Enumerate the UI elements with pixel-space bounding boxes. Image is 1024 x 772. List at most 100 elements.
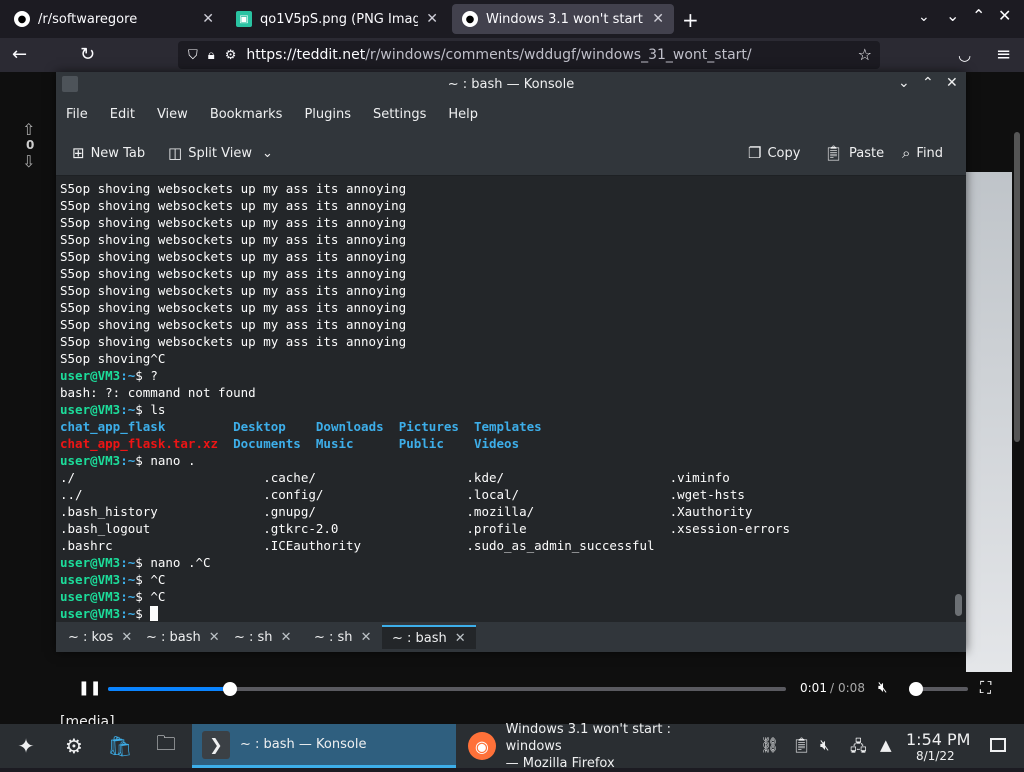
system-settings-icon[interactable]: ⚙ xyxy=(60,732,88,760)
reload-icon[interactable]: ↻ xyxy=(80,44,95,65)
url-text[interactable]: https://teddit.net/r/windows/comments/wd… xyxy=(246,47,751,63)
volume-thumb[interactable] xyxy=(909,682,923,696)
menu-help[interactable]: Help xyxy=(448,107,478,122)
completion-entry: .wget-hsts xyxy=(669,487,873,502)
konsole-tab-5[interactable]: ~ : bash ✕ xyxy=(382,625,476,649)
muted-speaker-icon[interactable]: 🔇︎ xyxy=(820,736,829,754)
task-label-line2: — Mozilla Firefox xyxy=(505,755,615,771)
pocket-icon[interactable]: ◡ xyxy=(958,46,971,64)
menu-settings[interactable]: Settings xyxy=(373,107,426,122)
clock-date[interactable]: 8/1/22 xyxy=(916,749,955,763)
close-icon[interactable]: ✕ xyxy=(121,630,132,645)
terminal-scroll-thumb[interactable] xyxy=(955,594,962,616)
prompt-user: user@VM3 xyxy=(60,402,121,417)
page-scrollbar[interactable] xyxy=(1014,132,1020,442)
task-konsole[interactable]: ❯ ~ : bash — Konsole xyxy=(192,724,456,768)
clipboard-icon[interactable]: 📋︎ xyxy=(792,736,811,754)
muted-speaker-icon[interactable]: 🔇︎ xyxy=(878,678,887,696)
new-tab-icon: ⊞ xyxy=(72,144,85,162)
permissions-icon[interactable]: ⚙ xyxy=(225,48,237,63)
network-icon[interactable]: ⛓ xyxy=(760,736,779,754)
konsole-titlebar[interactable]: ~ : bash — Konsole ⌄ ⌃ ✕ xyxy=(56,72,966,98)
image-icon: ▣ xyxy=(236,11,252,27)
prompt-user: user@VM3 xyxy=(60,555,121,570)
lock-icon[interactable]: 🔒︎ xyxy=(208,48,215,63)
browser-tab-softwaregore[interactable]: ● /r/softwaregore ✕ xyxy=(4,4,224,34)
hamburger-menu-icon[interactable]: ≡ xyxy=(996,44,1011,65)
konsole-tab-1[interactable]: ~ : kos ✕ xyxy=(58,625,142,649)
konsole-tab-2[interactable]: ~ : bash ✕ xyxy=(136,625,230,649)
maximize-icon[interactable]: ⌃ xyxy=(922,75,934,91)
directory-entry: Public xyxy=(398,436,474,451)
menu-file[interactable]: File xyxy=(66,107,88,122)
chevron-down-icon[interactable]: ⌄ xyxy=(918,9,930,25)
prompt-symbol: $ xyxy=(135,589,151,604)
new-tab-button[interactable]: ⊞ New Tab xyxy=(72,144,145,162)
discover-store-icon[interactable]: 🛍︎ xyxy=(106,732,134,760)
menu-view[interactable]: View xyxy=(157,107,188,122)
shield-icon[interactable]: ⛉ xyxy=(188,48,198,63)
url-bar[interactable]: ⛉ 🔒︎ ⚙ https://teddit.net/r/windows/comm… xyxy=(178,41,880,69)
close-icon[interactable]: ✕ xyxy=(652,11,664,27)
paste-button[interactable]: 📋︎ Paste xyxy=(824,144,884,162)
back-arrow-icon[interactable]: ← xyxy=(12,44,27,65)
wired-network-icon[interactable]: 🖧︎ xyxy=(850,736,867,761)
menu-edit[interactable]: Edit xyxy=(110,107,135,122)
find-button[interactable]: ⌕ Find xyxy=(902,144,943,162)
volume-slider[interactable] xyxy=(909,682,968,696)
file-manager-icon[interactable]: 🗀︎ xyxy=(152,731,180,760)
copy-button[interactable]: ❐ Copy xyxy=(748,144,800,162)
downvote-icon[interactable]: ⇩ xyxy=(22,152,35,171)
terminal-output-line: S5op shoving websockets up my ass its an… xyxy=(60,249,407,264)
task-label-line1: Windows 3.1 won't start : windows xyxy=(505,721,671,754)
new-tab-icon[interactable]: + xyxy=(682,8,699,32)
fullscreen-icon[interactable]: ⛶ xyxy=(980,678,991,698)
terminal-error-line: bash: ?: command not found xyxy=(60,385,256,400)
close-icon[interactable]: ✕ xyxy=(455,631,466,646)
pause-icon[interactable]: ❚❚ xyxy=(78,680,101,696)
completion-entry: .config/ xyxy=(263,487,467,502)
upvote-icon[interactable]: ⇧ xyxy=(22,120,35,139)
browser-tab-windows31[interactable]: ● Windows 3.1 won't start : w ✕ xyxy=(452,4,674,34)
maximize-icon[interactable]: ⌃ xyxy=(972,6,985,25)
menu-bookmarks[interactable]: Bookmarks xyxy=(210,107,283,122)
prompt-path: :~ xyxy=(120,555,136,570)
minimize-icon[interactable]: ⌄ xyxy=(898,75,910,91)
application-launcher-icon[interactable]: ✦ xyxy=(12,732,40,760)
close-icon[interactable]: ✕ xyxy=(361,630,372,645)
completion-entry: .gnupg/ xyxy=(263,504,467,519)
completion-entry: ./ xyxy=(60,470,264,485)
url-path: /r/windows/comments/wddugf/windows_31_wo… xyxy=(365,47,752,63)
close-icon[interactable]: ✕ xyxy=(281,630,292,645)
prompt-path: :~ xyxy=(120,606,136,621)
completion-entry: .bash_logout xyxy=(60,521,264,536)
terminal-prompt-line: user@VM3:~$ ^C xyxy=(60,588,952,605)
close-icon[interactable]: ✕ xyxy=(946,75,958,91)
completion-entry: .kde/ xyxy=(466,470,670,485)
menu-plugins[interactable]: Plugins xyxy=(304,107,351,122)
browser-tab-png-image[interactable]: ▣ qo1V5pS.png (PNG Image ✕ xyxy=(226,4,448,34)
video-frame[interactable] xyxy=(966,172,1012,672)
minimize-icon[interactable]: ⌄ xyxy=(946,6,959,25)
terminal-output[interactable]: S5op shoving websockets up my ass its an… xyxy=(56,176,952,622)
video-seek-bar[interactable] xyxy=(108,682,786,696)
chevron-down-icon[interactable]: ⌄ xyxy=(262,146,273,161)
tray-expand-icon[interactable]: ▲ xyxy=(880,736,892,754)
clock-time[interactable]: 1:54 PM xyxy=(906,730,970,749)
directory-entry: Desktop xyxy=(233,419,316,434)
task-firefox[interactable]: ◉ Windows 3.1 won't start : windows — Mo… xyxy=(458,721,728,771)
reddit-icon: ● xyxy=(14,11,30,27)
bookmark-star-icon[interactable]: ☆ xyxy=(858,45,872,64)
video-seek-thumb[interactable] xyxy=(223,682,238,696)
konsole-tab-4[interactable]: ~ : sh ✕ xyxy=(304,625,381,649)
close-icon[interactable]: ✕ xyxy=(202,11,214,27)
show-desktop-icon[interactable] xyxy=(990,738,1006,752)
close-icon[interactable]: ✕ xyxy=(998,6,1011,25)
close-icon[interactable]: ✕ xyxy=(209,630,220,645)
split-view-button[interactable]: ◫ Split View ⌄ xyxy=(168,144,273,162)
close-icon[interactable]: ✕ xyxy=(426,11,438,27)
terminal-prompt-line: user@VM3:~$ xyxy=(60,605,952,622)
terminal-scrollbar[interactable] xyxy=(952,176,966,622)
window-title: ~ : bash — Konsole xyxy=(447,77,575,92)
konsole-tab-3[interactable]: ~ : sh ✕ xyxy=(224,625,301,649)
